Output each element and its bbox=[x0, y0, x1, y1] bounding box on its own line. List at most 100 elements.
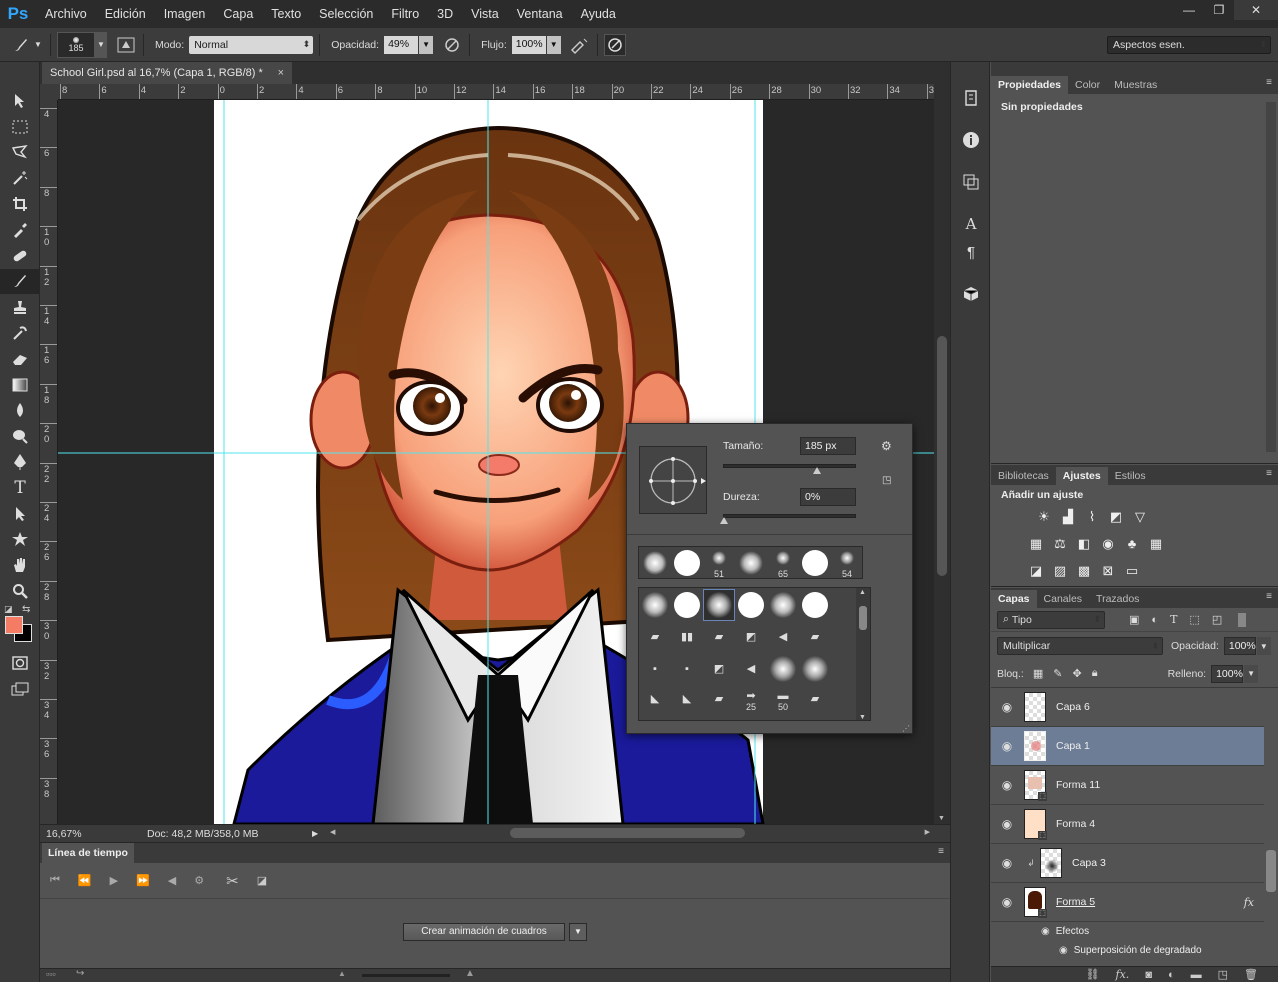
layer-row-capa-6[interactable]: ◉ Capa 6 bbox=[991, 688, 1264, 727]
convert-icon[interactable]: ↪ bbox=[76, 968, 84, 979]
recent-brush-tip[interactable] bbox=[640, 548, 670, 578]
vertical-ruler[interactable]: 4 6 8 1 0 1 2 1 4 1 6 1 8 2 0 2 2 2 4 2 6 2 8 3 0 3 2 3… bbox=[40, 100, 58, 824]
brush-picker-arrow-icon[interactable]: ▼ bbox=[95, 31, 107, 58]
effect-row[interactable]: ◉ Superposición de degradado bbox=[991, 941, 1264, 960]
layers-scroll-thumb[interactable] bbox=[1266, 850, 1276, 892]
brightness-contrast-icon[interactable]: ☀ bbox=[1032, 503, 1056, 530]
fill-slider-toggle[interactable]: ▼ bbox=[1244, 664, 1259, 683]
brush-panel-toggle-icon[interactable] bbox=[115, 34, 137, 56]
brush-tip[interactable] bbox=[800, 590, 830, 620]
close-document-icon[interactable]: × bbox=[278, 62, 284, 84]
gradient-map-icon[interactable]: ▭ bbox=[1120, 557, 1144, 584]
layer-row-forma-11[interactable]: ◉ ⬚ Forma 11 bbox=[991, 766, 1264, 805]
layer-name[interactable]: Capa 6 bbox=[1056, 701, 1090, 713]
mode-dropdown[interactable]: Normal bbox=[189, 35, 314, 54]
settings-gear-icon[interactable]: ⚙ bbox=[881, 439, 892, 453]
menu-imagen[interactable]: Imagen bbox=[155, 0, 215, 28]
tab-libraries[interactable]: Bibliotecas bbox=[991, 467, 1056, 485]
document-tab[interactable]: School Girl.psd al 16,7% (Capa 1, RGB/8)… bbox=[42, 62, 292, 84]
foreground-color-swatch[interactable] bbox=[5, 615, 23, 634]
tab-channels[interactable]: Canales bbox=[1037, 590, 1090, 608]
crop-tool-icon[interactable] bbox=[0, 191, 40, 217]
history-brush-tool-icon[interactable] bbox=[0, 320, 40, 346]
size-slider[interactable] bbox=[723, 464, 856, 468]
blur-tool-icon[interactable] bbox=[0, 398, 40, 424]
lock-image-icon[interactable]: ✎ bbox=[1053, 667, 1062, 680]
brush-tip[interactable]: ▰ bbox=[800, 622, 830, 652]
size-input[interactable]: 185 px bbox=[800, 437, 856, 455]
transition-icon[interactable]: ◪ bbox=[257, 874, 267, 887]
shape-tool-icon[interactable] bbox=[0, 527, 40, 553]
add-mask-icon[interactable]: ◙ bbox=[1145, 969, 1152, 981]
tab-layers[interactable]: Capas bbox=[991, 590, 1037, 608]
flow-input[interactable]: 100% bbox=[511, 35, 546, 54]
timeline-mode-dropdown[interactable]: ▼ bbox=[569, 923, 587, 941]
panel-menu-icon[interactable]: ≡ bbox=[938, 846, 944, 857]
filter-shape-icon[interactable]: ⬚ bbox=[1189, 613, 1199, 626]
resize-grip-icon[interactable]: ⋰ bbox=[902, 724, 910, 733]
layer-name[interactable]: Capa 3 bbox=[1072, 857, 1106, 869]
menu-vista[interactable]: Vista bbox=[462, 0, 508, 28]
layer-row-forma-5[interactable]: ◉ ⬚ Forma 5 fx bbox=[991, 883, 1264, 922]
brush-tip[interactable]: ◩ bbox=[736, 622, 766, 652]
menu-capa[interactable]: Capa bbox=[214, 0, 262, 28]
horizontal-scrollbar[interactable]: ◀ ▶ bbox=[330, 825, 930, 841]
lasso-tool-icon[interactable] bbox=[0, 140, 40, 166]
brush-tip[interactable]: ◣ bbox=[672, 686, 702, 716]
brush-grid-scroll-thumb[interactable] bbox=[859, 606, 867, 630]
3d-panel-icon[interactable] bbox=[951, 280, 991, 308]
visibility-eye-icon[interactable]: ◉ bbox=[991, 895, 1023, 909]
timeline-zoom-slider[interactable] bbox=[362, 974, 450, 977]
paragraph-panel-icon[interactable]: ¶ bbox=[951, 238, 991, 266]
lock-transparent-icon[interactable]: ▦ bbox=[1033, 667, 1043, 680]
zoom-level[interactable]: 16,67% bbox=[46, 828, 106, 840]
color-lookup-icon[interactable]: ▦ bbox=[1144, 530, 1168, 557]
zoom-in-timeline-icon[interactable]: ▲ bbox=[465, 968, 475, 979]
brush-tip[interactable]: ◣ bbox=[640, 686, 670, 716]
filter-smart-object-icon[interactable]: ◰ bbox=[1212, 613, 1222, 626]
levels-icon[interactable]: ▟ bbox=[1056, 503, 1080, 530]
brush-tip[interactable]: ◩ bbox=[704, 654, 734, 684]
brush-tip[interactable] bbox=[736, 590, 766, 620]
marquee-tool-icon[interactable] bbox=[0, 114, 40, 140]
new-group-icon[interactable]: ▬ bbox=[1191, 969, 1202, 981]
layer-row-forma-4[interactable]: ◉ ⬚ Forma 4 bbox=[991, 805, 1264, 844]
tab-properties[interactable]: Propiedades bbox=[991, 76, 1069, 94]
add-style-fx-icon[interactable]: fx. bbox=[1116, 968, 1130, 981]
new-preset-icon[interactable]: ◳ bbox=[882, 475, 891, 486]
layer-name[interactable]: Capa 1 bbox=[1056, 740, 1090, 752]
tab-adjustments[interactable]: Ajustes bbox=[1055, 467, 1108, 485]
threshold-icon[interactable]: ▩ bbox=[1072, 557, 1096, 584]
fill-input[interactable]: 100% bbox=[1211, 664, 1244, 683]
character-panel-icon[interactable]: A bbox=[951, 210, 991, 238]
previous-frame-icon[interactable]: ⏪ bbox=[78, 874, 92, 887]
brush-tip[interactable]: ▬ 50 bbox=[768, 686, 798, 716]
next-frame-icon[interactable]: ⏩ bbox=[136, 874, 150, 887]
airbrush-icon[interactable] bbox=[569, 34, 591, 56]
flow-slider-toggle[interactable]: ▼ bbox=[546, 35, 561, 54]
close-button[interactable]: ✕ bbox=[1234, 0, 1278, 20]
scroll-down-icon[interactable]: ▼ bbox=[938, 815, 945, 822]
photo-filter-icon[interactable]: ◉ bbox=[1096, 530, 1120, 557]
type-tool-icon[interactable]: T bbox=[0, 475, 40, 501]
clone-stamp-tool-icon[interactable] bbox=[0, 294, 40, 320]
lock-all-icon[interactable]: 🔒︎ bbox=[1092, 667, 1098, 680]
panel-menu-icon[interactable]: ≡ bbox=[1266, 591, 1272, 602]
minimize-button[interactable]: — bbox=[1174, 0, 1204, 20]
filter-toggle[interactable] bbox=[1238, 612, 1247, 627]
panel-menu-icon[interactable]: ≡ bbox=[1266, 468, 1272, 479]
lock-position-icon[interactable]: ✥ bbox=[1072, 667, 1081, 680]
selective-color-icon[interactable]: ⊠ bbox=[1096, 557, 1120, 584]
recent-brush-tip[interactable]: 54 bbox=[832, 548, 862, 579]
gradient-tool-icon[interactable] bbox=[0, 372, 40, 398]
opacity-input[interactable]: 49% bbox=[384, 35, 419, 54]
tab-swatches[interactable]: Muestras bbox=[1107, 76, 1164, 94]
scroll-down-icon[interactable]: ▼ bbox=[859, 714, 866, 720]
vertical-scrollbar[interactable]: ▼ bbox=[934, 84, 950, 824]
layer-name[interactable]: Forma 5 bbox=[1056, 896, 1095, 908]
pressure-opacity-icon[interactable] bbox=[441, 34, 463, 56]
path-selection-tool-icon[interactable] bbox=[0, 501, 40, 527]
layer-opacity-slider-toggle[interactable]: ▼ bbox=[1256, 637, 1271, 655]
layer-opacity-input[interactable]: 100% bbox=[1223, 637, 1256, 655]
horizontal-scroll-thumb[interactable] bbox=[510, 828, 745, 838]
